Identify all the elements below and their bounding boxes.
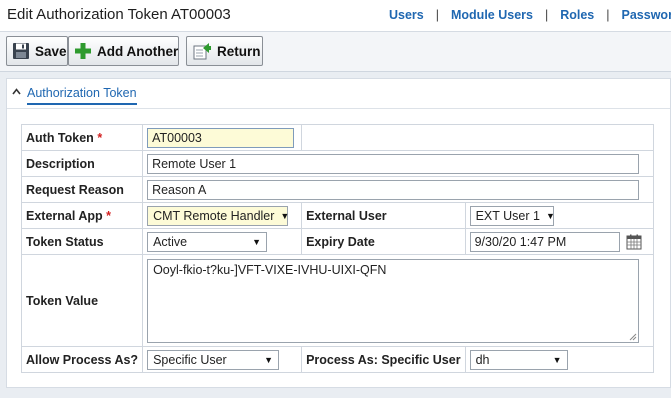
auth-token-field[interactable]: AT00003 xyxy=(147,127,295,148)
chevron-down-icon: ▼ xyxy=(264,354,274,365)
description-label: Description xyxy=(20,150,144,177)
allow-process-as-label: Allow Process As? xyxy=(20,346,144,373)
form-row: Auth Token * AT00003 xyxy=(20,124,654,151)
description-cell: Remote User 1 xyxy=(142,150,654,177)
external-app-select[interactable]: CMT Remote Handler ▼ xyxy=(147,205,290,226)
request-reason-label: Request Reason xyxy=(20,176,144,203)
expiry-date-label: Expiry Date xyxy=(301,228,466,255)
external-app-cell: CMT Remote Handler ▼ xyxy=(142,202,303,229)
nav-password-link[interactable]: Password V xyxy=(622,8,671,22)
section-header[interactable]: Authorization Token xyxy=(7,79,670,109)
section-title: Authorization Token xyxy=(27,86,137,105)
empty-cell xyxy=(301,124,654,151)
toolbar: Save Add Another Return xyxy=(0,32,671,72)
required-marker: * xyxy=(97,130,103,145)
expiry-date-field[interactable]: 9/30/20 1:47 PM xyxy=(469,231,620,252)
return-icon xyxy=(193,43,211,60)
return-button-label: Return xyxy=(217,43,261,59)
token-status-label: Token Status xyxy=(20,228,144,255)
add-icon xyxy=(75,43,91,59)
request-reason-field[interactable]: Reason A xyxy=(147,179,640,200)
add-another-button-label: Add Another xyxy=(97,43,179,59)
external-user-select[interactable]: EXT User 1 ▼ xyxy=(469,205,555,226)
process-as-specific-user-cell: dh ▼ xyxy=(464,346,654,373)
allow-process-as-select[interactable]: Specific User ▼ xyxy=(147,349,280,370)
form-row: External App * CMT Remote Handler ▼ Exter… xyxy=(20,202,654,229)
nav-separator: | xyxy=(435,8,439,22)
chevron-down-icon: ▼ xyxy=(552,354,562,365)
top-nav: Users | Module Users | Roles | Password V xyxy=(389,8,671,22)
token-status-value: Active xyxy=(153,234,188,249)
external-user-cell: EXT User 1 ▼ xyxy=(464,202,654,229)
nav-users-link[interactable]: Users xyxy=(389,8,424,22)
allow-process-as-value: Specific User xyxy=(153,352,227,367)
collapse-icon[interactable] xyxy=(12,88,21,95)
auth-token-label: Auth Token * xyxy=(20,124,144,151)
description-field[interactable]: Remote User 1 xyxy=(147,153,640,174)
chevron-down-icon: ▼ xyxy=(252,236,262,247)
title-bar: Edit Authorization Token AT00003 Users | M… xyxy=(0,0,671,32)
chevron-down-icon: ▼ xyxy=(280,210,290,221)
save-button-label: Save xyxy=(35,43,67,59)
auth-token-cell: AT00003 xyxy=(142,124,303,151)
return-button[interactable]: Return xyxy=(186,36,263,66)
required-marker: * xyxy=(106,208,111,223)
external-user-label: External User xyxy=(301,202,466,229)
token-value-label: Token Value xyxy=(20,254,144,347)
nav-roles-link[interactable]: Roles xyxy=(560,8,594,22)
add-another-button[interactable]: Add Another xyxy=(68,36,179,66)
external-app-value: CMT Remote Handler xyxy=(153,208,275,223)
form-row: Description Remote User 1 xyxy=(20,150,654,177)
chevron-down-icon: ▼ xyxy=(545,210,555,221)
allow-process-as-cell: Specific User ▼ xyxy=(142,346,303,373)
token-status-cell: Active ▼ xyxy=(142,228,303,255)
form-row: Request Reason Reason A xyxy=(20,176,654,203)
process-as-specific-user-select[interactable]: dh ▼ xyxy=(469,349,568,370)
calendar-icon[interactable] xyxy=(626,234,642,250)
external-user-value: EXT User 1 xyxy=(475,208,540,223)
token-status-select[interactable]: Active ▼ xyxy=(147,231,268,252)
nav-separator: | xyxy=(606,8,610,22)
request-reason-cell: Reason A xyxy=(142,176,654,203)
nav-module-users-link[interactable]: Module Users xyxy=(451,8,533,22)
process-as-specific-user-value: dh xyxy=(475,352,490,367)
token-value-textarea[interactable]: Ooyl-fkio-t?ku-]VFT-VIXE-IVHU-UIXI-QFN xyxy=(147,258,640,343)
form-row: Token Value Ooyl-fkio-t?ku-]VFT-VIXE-IVH… xyxy=(20,254,654,347)
form-panel: Authorization Token Auth Token * AT00003… xyxy=(6,78,671,388)
external-app-label: External App * xyxy=(20,202,144,229)
token-value-cell: Ooyl-fkio-t?ku-]VFT-VIXE-IVHU-UIXI-QFN xyxy=(142,254,654,347)
process-as-specific-user-label: Process As: Specific User xyxy=(301,346,466,373)
expiry-date-cell: 9/30/20 1:47 PM xyxy=(464,228,654,255)
page-title: Edit Authorization Token AT00003 xyxy=(7,6,231,23)
token-value-text: Ooyl-fkio-t?ku-]VFT-VIXE-IVHU-UIXI-QFN xyxy=(153,262,387,277)
nav-separator: | xyxy=(544,8,549,22)
form-row: Allow Process As? Specific User ▼ Process… xyxy=(20,346,654,373)
authorization-token-form: Auth Token * AT00003 Description Remote … xyxy=(20,124,654,373)
save-icon xyxy=(13,43,29,59)
form-row: Token Status Active ▼ Expiry Date 9/30/20… xyxy=(20,228,654,255)
resize-grip-icon[interactable] xyxy=(629,333,637,341)
save-button[interactable]: Save xyxy=(6,36,68,66)
